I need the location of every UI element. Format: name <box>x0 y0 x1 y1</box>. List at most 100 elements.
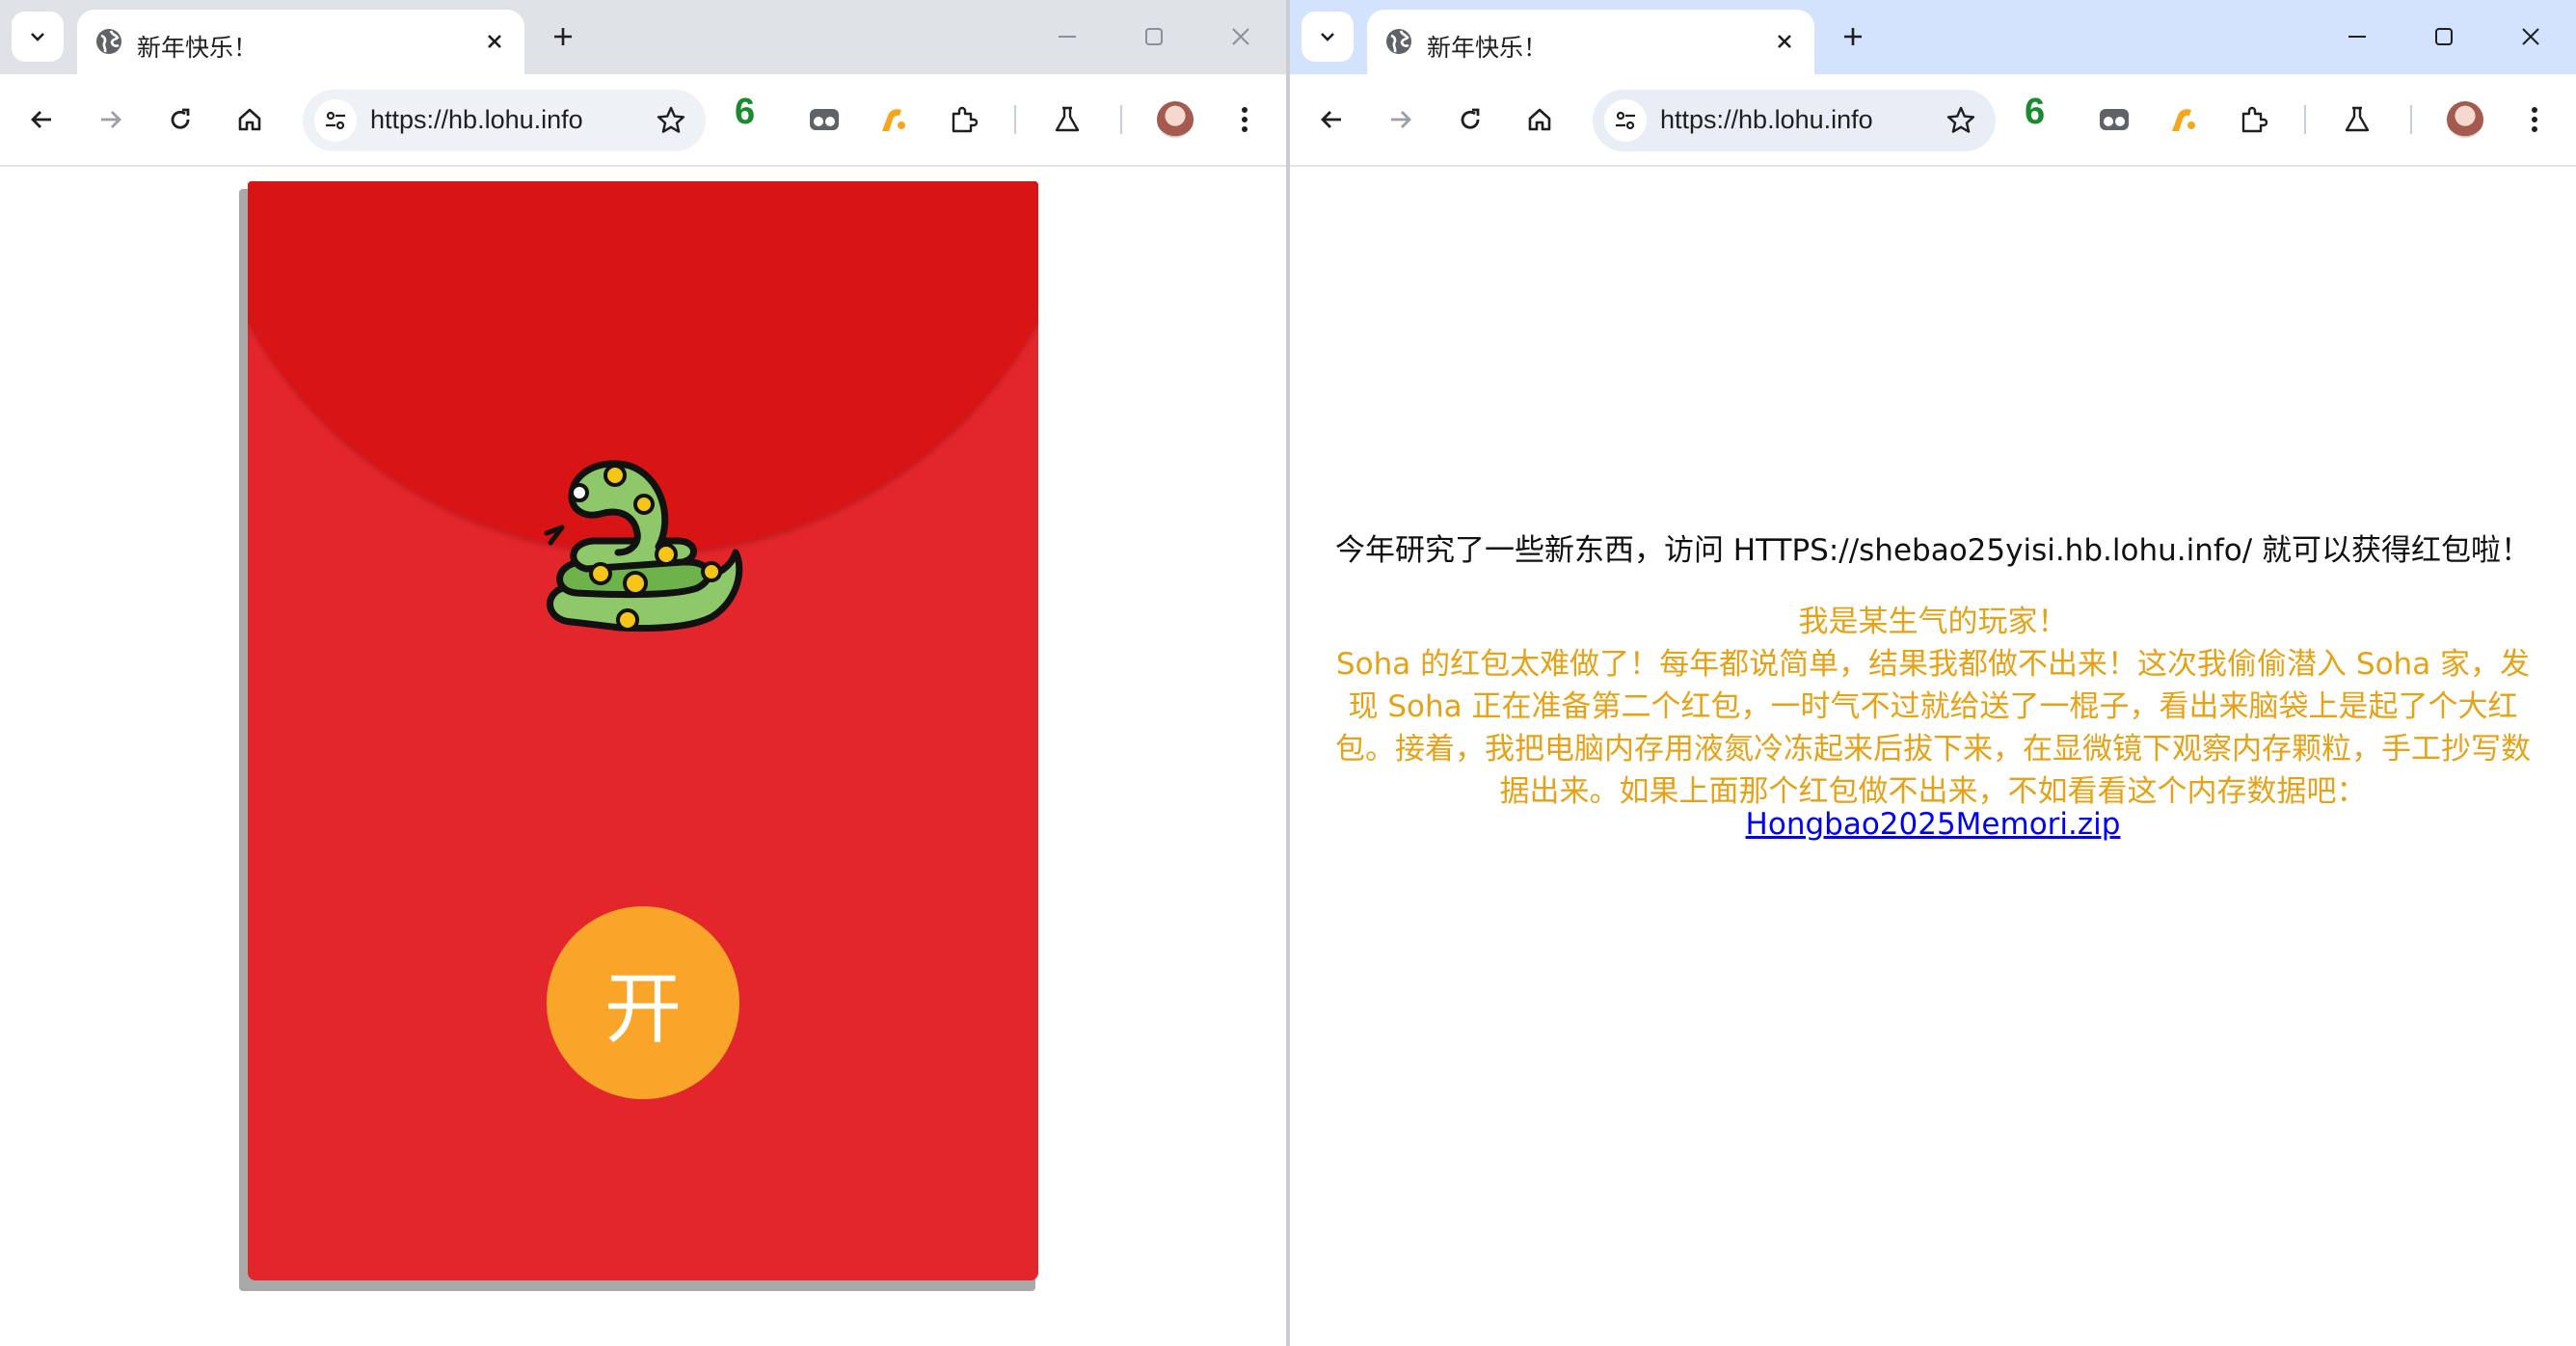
close-icon <box>1232 28 1249 45</box>
instruction-text: 今年研究了一些新东西，访问 HTTPS://shebao25yisi.hb.lo… <box>1334 533 2532 568</box>
extension-badge[interactable]: 6 <box>2025 92 2045 133</box>
note-line: 现 Soha 正在准备第二个红包，一时气不过就给送了一棍子，看出来脑袋上是起了个… <box>1348 689 2518 724</box>
close-window-button[interactable] <box>2509 17 2553 56</box>
flask-icon <box>1055 106 1080 132</box>
arrow-right-icon <box>101 111 121 128</box>
minimize-icon <box>2348 36 2366 38</box>
minimize-button[interactable] <box>1045 17 1089 56</box>
tab-search-button[interactable] <box>1301 12 1354 62</box>
maximize-button[interactable] <box>2422 17 2466 56</box>
flask-icon <box>2345 106 2370 132</box>
extension-logo-icon <box>882 109 905 131</box>
browser-window-right: 新年快乐！ https://hb.lohu.info 6 今年研究了一些新东西，… <box>1290 0 2576 1346</box>
minimize-button[interactable] <box>2335 17 2379 56</box>
toolbar-separator <box>2304 105 2306 134</box>
reload-icon <box>171 108 190 129</box>
more-vert-icon <box>2532 107 2537 132</box>
tab-search-button[interactable] <box>12 12 64 62</box>
toolbar-separator <box>1120 105 1122 134</box>
home-button[interactable] <box>1517 97 1562 142</box>
tab-title: 新年快乐！ <box>1427 34 1548 62</box>
page-content: 今年研究了一些新东西，访问 HTTPS://shebao25yisi.hb.lo… <box>1290 167 2576 1346</box>
more-vert-icon <box>1242 107 1248 132</box>
extension-button-2[interactable] <box>2161 97 2206 142</box>
arrow-left-icon <box>1321 111 1341 128</box>
close-icon <box>1778 35 1791 48</box>
arrow-right-icon <box>1391 111 1411 128</box>
forward-button[interactable] <box>89 97 133 142</box>
globe-icon <box>96 29 121 54</box>
browser-window-left: 新年快乐！ https://hb.lohu.info 6 开 <box>0 0 1286 1346</box>
puzzle-icon <box>952 106 978 133</box>
tune-icon <box>326 111 345 130</box>
labs-button[interactable] <box>2335 97 2379 142</box>
star-icon <box>657 106 685 133</box>
note-title: 我是某生气的玩家！ <box>1798 605 2068 639</box>
close-icon <box>2522 28 2539 45</box>
home-icon <box>1528 108 1551 131</box>
site-info-button[interactable] <box>314 99 357 142</box>
labs-button[interactable] <box>1045 97 1089 142</box>
globe-icon <box>1386 29 1411 54</box>
toolbar-separator <box>1014 105 1016 134</box>
extensions-menu-button[interactable] <box>2231 97 2275 142</box>
tab-active[interactable]: 新年快乐！ <box>1367 10 1814 74</box>
red-envelope: 开 <box>248 181 1038 1280</box>
arrow-left-icon <box>31 111 51 128</box>
minimize-icon <box>1059 36 1076 38</box>
back-button[interactable] <box>1309 97 1354 142</box>
extensions-menu-button[interactable] <box>941 97 985 142</box>
open-envelope-button[interactable]: 开 <box>547 906 739 1099</box>
extension-button-2[interactable] <box>872 97 916 142</box>
browser-toolbar: https://hb.lohu.info 6 <box>1290 74 2576 167</box>
reload-button[interactable] <box>158 97 202 142</box>
menu-button[interactable] <box>1222 97 1267 142</box>
site-info-button[interactable] <box>1604 99 1647 142</box>
note-line: Soha 的红包太难做了！每年都说简单，结果我都做不出来！这次我偷偷潜入 Soh… <box>1335 647 2531 682</box>
reload-icon <box>1461 108 1480 129</box>
browser-toolbar: https://hb.lohu.info 6 <box>0 74 1286 167</box>
home-button[interactable] <box>228 97 272 142</box>
address-bar[interactable]: https://hb.lohu.info <box>303 90 706 151</box>
maximize-icon <box>1145 28 1163 45</box>
profile-avatar[interactable] <box>1157 101 1194 138</box>
plus-icon <box>1844 28 1862 45</box>
download-link[interactable]: Hongbao2025Memori.zip <box>1319 807 2547 842</box>
puzzle-icon <box>2241 106 2267 133</box>
tab-active[interactable]: 新年快乐！ <box>77 10 524 74</box>
maximize-button[interactable] <box>1132 17 1176 56</box>
chevron-down-icon <box>31 33 44 41</box>
profile-avatar[interactable] <box>2447 101 2483 138</box>
bookmark-button[interactable] <box>652 101 690 140</box>
reload-button[interactable] <box>1448 97 1492 142</box>
close-tab-button[interactable] <box>478 25 511 58</box>
tab-strip: 新年快乐！ <box>0 0 1286 74</box>
tune-icon <box>1616 111 1635 130</box>
new-tab-button[interactable] <box>1834 17 1872 56</box>
forward-button[interactable] <box>1379 97 1423 142</box>
mask-icon <box>2100 109 2129 130</box>
player-note: 我是某生气的玩家！ Soha 的红包太难做了！每年都说简单，结果我都做不出来！这… <box>1319 601 2547 813</box>
mask-icon <box>810 109 839 130</box>
back-button[interactable] <box>19 97 64 142</box>
tab-title: 新年快乐！ <box>137 34 258 62</box>
extension-badge[interactable]: 6 <box>735 92 755 133</box>
star-icon <box>1946 106 1975 133</box>
url-text: https://hb.lohu.info <box>370 105 583 134</box>
new-tab-button[interactable] <box>544 17 582 56</box>
extension-logo-icon <box>2172 109 2195 131</box>
tab-strip: 新年快乐！ <box>1290 0 2576 74</box>
close-tab-button[interactable] <box>1768 25 1801 58</box>
chevron-down-icon <box>1321 33 1334 41</box>
bookmark-button[interactable] <box>1942 101 1980 140</box>
url-text: https://hb.lohu.info <box>1660 105 1873 134</box>
menu-button[interactable] <box>2512 97 2557 142</box>
extension-button[interactable] <box>2092 97 2136 142</box>
maximize-icon <box>2435 28 2453 45</box>
plus-icon <box>554 28 572 45</box>
snake-icon <box>544 460 743 633</box>
close-window-button[interactable] <box>1219 17 1263 56</box>
extension-button[interactable] <box>802 97 846 142</box>
address-bar[interactable]: https://hb.lohu.info <box>1593 90 1996 151</box>
note-line: 包。接着，我把电脑内存用液氮冷冻起来后拔下来，在显微镜下观察内存颗粒，手工抄写数 <box>1335 732 2531 767</box>
